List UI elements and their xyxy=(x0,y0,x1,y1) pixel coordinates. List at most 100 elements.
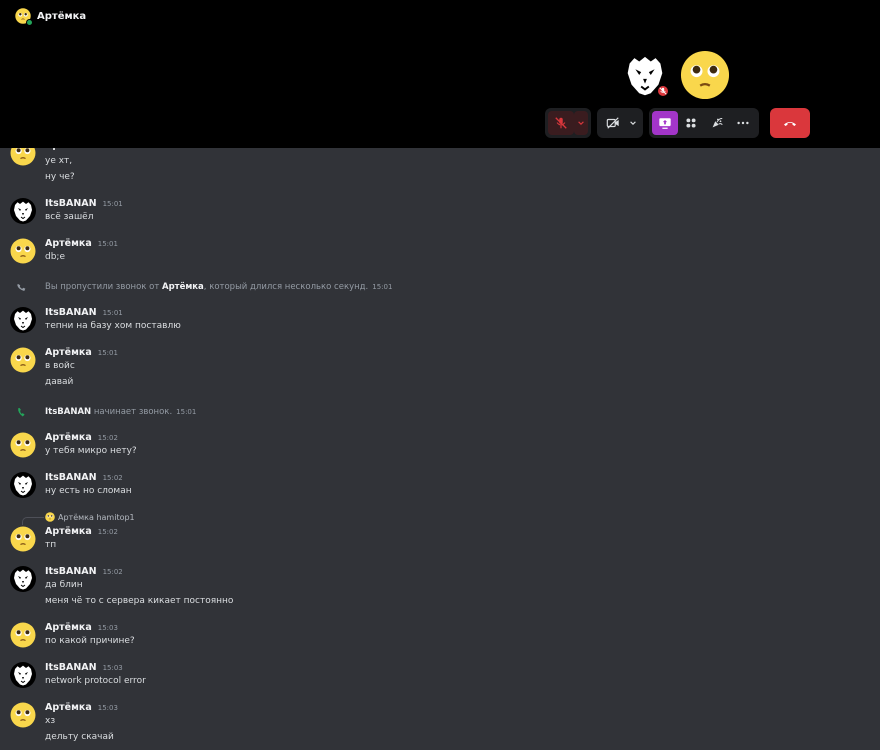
user-avatar-artemka[interactable] xyxy=(10,432,36,458)
message-author[interactable]: ItsBANAN xyxy=(45,662,97,673)
message-author[interactable]: Артёмка xyxy=(45,238,92,249)
camera-off-button[interactable] xyxy=(600,111,626,135)
message-text: в войс xyxy=(45,361,75,371)
user-avatar-itsbanan[interactable] xyxy=(10,307,36,333)
message-author[interactable]: Артёмка xyxy=(45,347,92,358)
call-participant-artemka[interactable] xyxy=(680,50,730,100)
soundboard-button[interactable] xyxy=(704,111,730,135)
call-participant-itsbanan[interactable] xyxy=(620,50,670,100)
message-timestamp: 15:01 xyxy=(102,200,123,208)
message-header: Артёмка 15:01 xyxy=(45,238,118,249)
muted-microphone-icon xyxy=(656,84,670,98)
screen-share-button[interactable] xyxy=(652,111,678,135)
message-author[interactable]: Артёмка xyxy=(45,702,92,713)
message-header: Артёмка 15:02 xyxy=(45,432,118,443)
phone-call-icon xyxy=(14,404,30,420)
mic-options-chevron-icon[interactable] xyxy=(574,111,588,135)
message-header: Артёмка 14:58 xyxy=(45,148,118,151)
reply-reference[interactable]: Артёмка hamitop1 xyxy=(45,512,135,522)
disconnect-call-button[interactable] xyxy=(770,108,810,138)
message-header: Артёмка 15:02 xyxy=(45,526,118,537)
user-avatar-artemka[interactable] xyxy=(10,148,36,166)
message-text: уе хт, xyxy=(45,156,73,166)
more-options-icon[interactable] xyxy=(730,111,756,135)
message-text: network protocol error xyxy=(45,676,146,686)
user-avatar-itsbanan[interactable] xyxy=(10,566,36,592)
message-timestamp: 15:01 xyxy=(97,349,118,357)
user-avatar-artemka[interactable] xyxy=(10,347,36,373)
message-timestamp: 14:58 xyxy=(98,148,118,150)
message-text: всё зашёл xyxy=(45,212,94,222)
user-avatar-artemka[interactable] xyxy=(10,526,36,552)
message-text: у тебя микро нету? xyxy=(45,446,137,456)
message-timestamp: 15:02 xyxy=(102,568,123,576)
channel-avatar[interactable] xyxy=(15,8,33,26)
call-channel-name: Артёмка xyxy=(37,10,87,22)
message-text: давай xyxy=(45,377,74,387)
message-text: хз xyxy=(45,716,56,726)
message-author[interactable]: ItsBANAN xyxy=(45,307,97,318)
call-actions-group xyxy=(649,108,759,138)
user-avatar-itsbanan[interactable] xyxy=(10,662,36,688)
call-header: Артёмка xyxy=(15,7,87,26)
message-author[interactable]: Артёмка xyxy=(45,526,92,537)
system-message-text: Вы пропустили звонок от Артёмка, который… xyxy=(45,282,392,292)
message-author[interactable]: Артёмка xyxy=(45,148,92,151)
system-timestamp: 15:01 xyxy=(176,408,197,416)
message-list: Артёмка 14:58 уе хт, ну че? ItsBANAN 15:01 всё… xyxy=(0,148,880,750)
message-header: ItsBANAN 15:01 xyxy=(45,198,123,209)
message-author[interactable]: ItsBANAN xyxy=(45,472,97,483)
message-header: ItsBANAN 15:02 xyxy=(45,472,123,483)
message-header: Артёмка 15:03 xyxy=(45,702,118,713)
message-text: ну че? xyxy=(45,172,75,182)
message-timestamp: 15:01 xyxy=(97,240,118,248)
message-text: тп xyxy=(45,540,57,550)
reply-text: hamitop1 xyxy=(96,512,135,522)
message-author[interactable]: Артёмка xyxy=(45,432,92,443)
user-avatar-itsbanan[interactable] xyxy=(10,198,36,224)
user-avatar-artemka[interactable] xyxy=(10,702,36,728)
message-text: по какой причине? xyxy=(45,636,135,646)
microphone-muted-button[interactable] xyxy=(548,111,574,135)
system-user-name[interactable]: Артёмка xyxy=(162,282,204,292)
system-message-text: ItsBANAN начинает звонок. 15:01 xyxy=(45,407,196,417)
message-header: ItsBANAN 15:03 xyxy=(45,662,123,673)
message-header: ItsBANAN 15:01 xyxy=(45,307,123,318)
message-timestamp: 15:02 xyxy=(97,434,118,442)
message-author[interactable]: ItsBANAN xyxy=(45,198,97,209)
message-timestamp: 15:02 xyxy=(97,528,118,536)
message-text: db;e xyxy=(45,252,65,262)
message-text: меня чё то с сервера кикает постоянно xyxy=(45,596,234,606)
user-avatar-itsbanan[interactable] xyxy=(10,472,36,498)
message-header: Артёмка 15:01 xyxy=(45,347,118,358)
reply-avatar xyxy=(45,512,55,522)
mic-control-group xyxy=(545,108,591,138)
user-avatar-artemka[interactable] xyxy=(10,238,36,264)
message-text: ну есть но сломан xyxy=(45,486,132,496)
message-timestamp: 15:03 xyxy=(102,664,123,672)
call-controls xyxy=(545,108,810,138)
camera-control-group xyxy=(597,108,643,138)
message-timestamp: 15:03 xyxy=(97,704,118,712)
system-text-after: , который длился несколько секунд. xyxy=(203,282,369,292)
user-avatar-artemka[interactable] xyxy=(10,622,36,648)
camera-options-chevron-icon[interactable] xyxy=(626,111,640,135)
message-header: ItsBANAN 15:02 xyxy=(45,566,123,577)
message-text: дельту скачай xyxy=(45,732,114,742)
message-author[interactable]: Артёмка xyxy=(45,622,92,633)
system-text-before: Вы пропустили звонок от xyxy=(45,282,162,292)
reply-connector xyxy=(22,517,44,525)
voice-call-panel: Артёмка xyxy=(0,0,880,148)
system-user-name[interactable]: ItsBANAN xyxy=(45,407,91,417)
message-timestamp: 15:01 xyxy=(102,309,123,317)
message-timestamp: 15:03 xyxy=(97,624,118,632)
activities-button[interactable] xyxy=(678,111,704,135)
online-status-indicator xyxy=(26,19,33,26)
message-text: тепни на базу хом поставлю xyxy=(45,321,181,331)
message-header: Артёмка 15:03 xyxy=(45,622,118,633)
missed-call-icon xyxy=(14,279,30,295)
reply-author: Артёмка xyxy=(58,512,94,522)
message-author[interactable]: ItsBANAN xyxy=(45,566,97,577)
message-text: да блин xyxy=(45,580,83,590)
system-text-after: начинает звонок. xyxy=(91,407,173,417)
